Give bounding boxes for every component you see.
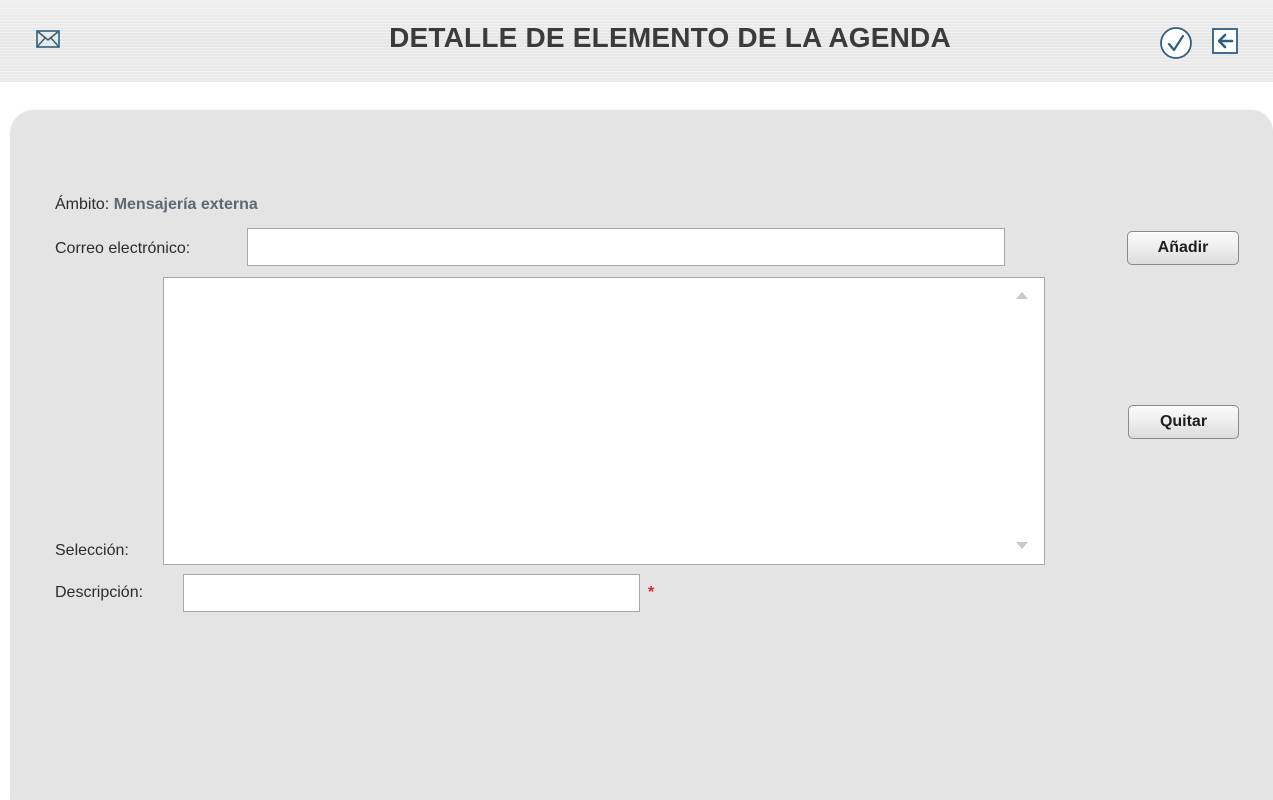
- ambito-row: Ámbito: Mensajería externa: [55, 196, 258, 214]
- descripcion-field[interactable]: [183, 574, 640, 612]
- seleccion-label: Selección:: [55, 542, 129, 559]
- arrow-left-box-icon[interactable]: [1211, 27, 1239, 55]
- checkmark-circle-icon[interactable]: [1159, 26, 1193, 60]
- email-label: Correo electrónico:: [55, 240, 191, 257]
- add-button[interactable]: Añadir: [1127, 231, 1239, 265]
- descripcion-label: Descripción:: [55, 584, 144, 601]
- remove-button[interactable]: Quitar: [1128, 405, 1239, 439]
- required-marker: *: [648, 584, 655, 601]
- email-field[interactable]: [247, 228, 1005, 266]
- header-bar: DETALLE DE ELEMENTO DE LA AGENDA: [0, 0, 1273, 82]
- page-title: DETALLE DE ELEMENTO DE LA AGENDA: [389, 22, 951, 53]
- ambito-value: Mensajería externa: [113, 196, 258, 213]
- form-panel: Ámbito: Mensajería externa Correo electr…: [10, 110, 1273, 800]
- selection-list[interactable]: [163, 277, 1045, 565]
- scroll-up-arrow-icon[interactable]: [1016, 292, 1028, 299]
- scroll-down-arrow-icon[interactable]: [1016, 542, 1028, 549]
- ambito-label: Ámbito:: [55, 196, 110, 213]
